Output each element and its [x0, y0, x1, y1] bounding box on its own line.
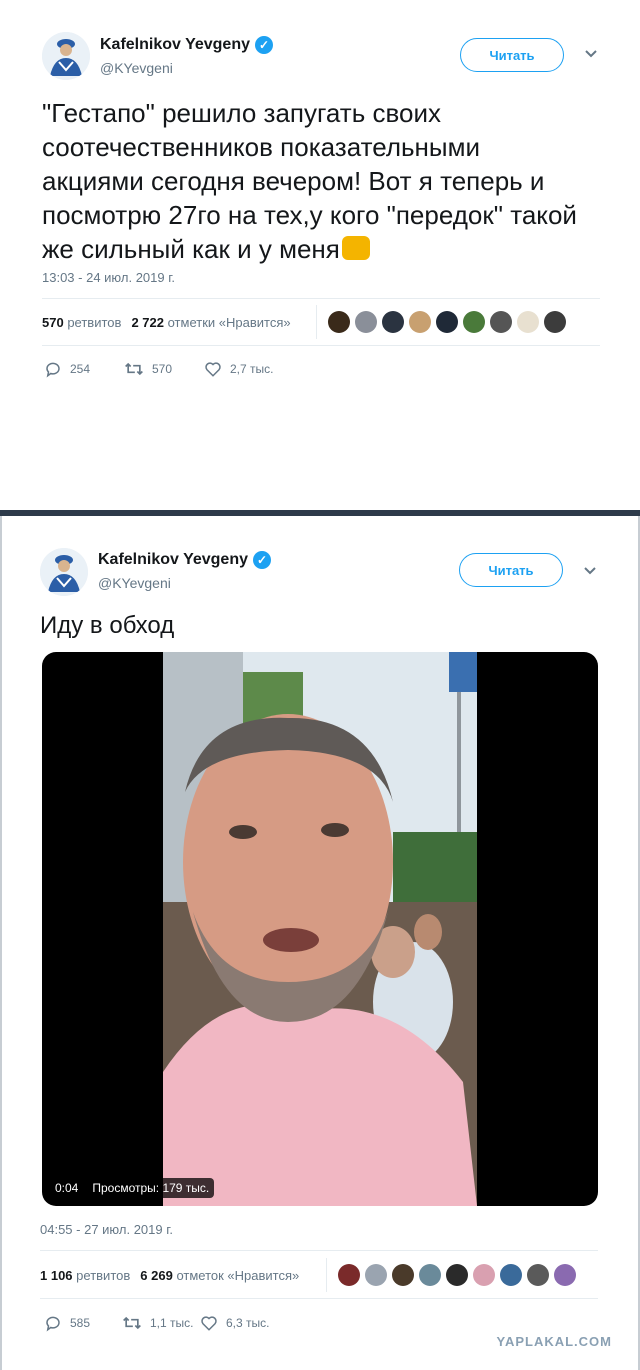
engagement-stats: 1 106 ретвитов 6 269 отметок «Нравится» [40, 1268, 299, 1283]
watermark: YAPLAKAL.COM [496, 1334, 612, 1349]
timestamp[interactable]: 13:03 - 24 июл. 2019 г. [42, 270, 175, 285]
timestamp[interactable]: 04:55 - 27 июл. 2019 г. [40, 1222, 173, 1237]
video-badge: 0:04 Просмотры: 179 тыс. [50, 1178, 215, 1198]
tweet-card-2: Kafelnikov Yevgeny ✓ @KYevgeni Читать Ид… [0, 516, 640, 1370]
liker-avatar[interactable] [446, 1264, 468, 1286]
liker-avatar[interactable] [463, 311, 485, 333]
liker-avatar[interactable] [365, 1264, 387, 1286]
chevron-down-icon[interactable] [583, 563, 597, 579]
follow-button[interactable]: Читать [460, 38, 564, 72]
liker-avatar[interactable] [392, 1264, 414, 1286]
tweet-card-1: Kafelnikov Yevgeny ✓ @KYevgeni Читать "Г… [0, 0, 640, 395]
liker-avatar[interactable] [473, 1264, 495, 1286]
video-still [163, 652, 477, 1206]
liker-avatar[interactable] [517, 311, 539, 333]
raised-fist-icon [341, 236, 370, 260]
tweet-actions: 254 570 2,7 тыс. [44, 360, 273, 378]
stats-separator [316, 305, 317, 339]
retweet-stat[interactable]: 570 ретвитов [42, 315, 121, 330]
author-handle[interactable]: @KYevgeni [100, 60, 173, 76]
reply-icon [46, 1316, 60, 1332]
divider [42, 345, 600, 346]
liker-avatars [328, 311, 566, 333]
gap [0, 395, 640, 515]
author-name[interactable]: Kafelnikov Yevgeny ✓ [98, 551, 271, 569]
video-views: Просмотры: 179 тыс. [87, 1178, 215, 1198]
liker-avatar[interactable] [554, 1264, 576, 1286]
retweet-icon [123, 1316, 141, 1330]
liker-avatar[interactable] [527, 1264, 549, 1286]
liker-avatar[interactable] [328, 311, 350, 333]
like-count: 2,7 тыс. [230, 362, 274, 376]
verified-icon: ✓ [253, 551, 271, 569]
heart-icon [205, 362, 221, 377]
divider [40, 1298, 598, 1299]
tweet-text-body: "Гестапо" решило запугать своих соотечес… [42, 98, 577, 264]
retweet-stat[interactable]: 1 106 ретвитов [40, 1268, 130, 1283]
like-action[interactable]: 6,3 тыс. [200, 1314, 269, 1332]
like-action[interactable]: 2,7 тыс. [204, 360, 273, 378]
reply-count: 254 [70, 362, 91, 376]
video-duration: 0:04 [50, 1178, 84, 1198]
avatar[interactable] [42, 32, 90, 80]
retweet-action[interactable]: 1,1 тыс. [122, 1314, 200, 1332]
stats-separator [326, 1258, 327, 1292]
tweet-text: Иду в обход [40, 612, 175, 639]
retweet-count: 1,1 тыс. [150, 1316, 194, 1330]
like-stat[interactable]: 2 722 отметки «Нравится» [131, 315, 290, 330]
author-name[interactable]: Kafelnikov Yevgeny ✓ [100, 36, 273, 54]
liker-avatar[interactable] [382, 311, 404, 333]
chevron-down-icon[interactable] [584, 46, 598, 62]
liker-avatar[interactable] [419, 1264, 441, 1286]
engagement-stats: 570 ретвитов 2 722 отметки «Нравится» [42, 315, 291, 330]
liker-avatar[interactable] [490, 311, 512, 333]
follow-button[interactable]: Читать [459, 553, 563, 587]
divider [40, 1250, 598, 1251]
video-player[interactable]: 0:04 Просмотры: 179 тыс. [42, 652, 598, 1206]
like-stat[interactable]: 6 269 отметок «Нравится» [140, 1268, 299, 1283]
tweet-text: "Гестапо" решило запугать своих соотечес… [42, 96, 587, 266]
liker-avatar[interactable] [409, 311, 431, 333]
divider [42, 298, 600, 299]
liker-avatars [338, 1264, 576, 1286]
author-name-text[interactable]: Kafelnikov Yevgeny [100, 36, 250, 54]
video-frame [163, 652, 477, 1206]
retweet-count: 570 [152, 362, 173, 376]
liker-avatar[interactable] [500, 1264, 522, 1286]
like-count: 6,3 тыс. [226, 1316, 270, 1330]
reply-action[interactable]: 254 [44, 360, 124, 378]
reply-action[interactable]: 585 [44, 1314, 122, 1332]
verified-icon: ✓ [255, 36, 273, 54]
avatar[interactable] [40, 548, 88, 596]
reply-icon [46, 362, 60, 378]
reply-count: 585 [70, 1316, 91, 1330]
heart-icon [201, 1316, 217, 1331]
liker-avatar[interactable] [338, 1264, 360, 1286]
liker-avatar[interactable] [355, 311, 377, 333]
retweet-icon [125, 362, 143, 376]
liker-avatar[interactable] [544, 311, 566, 333]
retweet-action[interactable]: 570 [124, 360, 204, 378]
liker-avatar[interactable] [436, 311, 458, 333]
author-handle[interactable]: @KYevgeni [98, 575, 171, 591]
author-name-text[interactable]: Kafelnikov Yevgeny [98, 551, 248, 569]
tweet-actions: 585 1,1 тыс. 6,3 тыс. [44, 1314, 269, 1332]
